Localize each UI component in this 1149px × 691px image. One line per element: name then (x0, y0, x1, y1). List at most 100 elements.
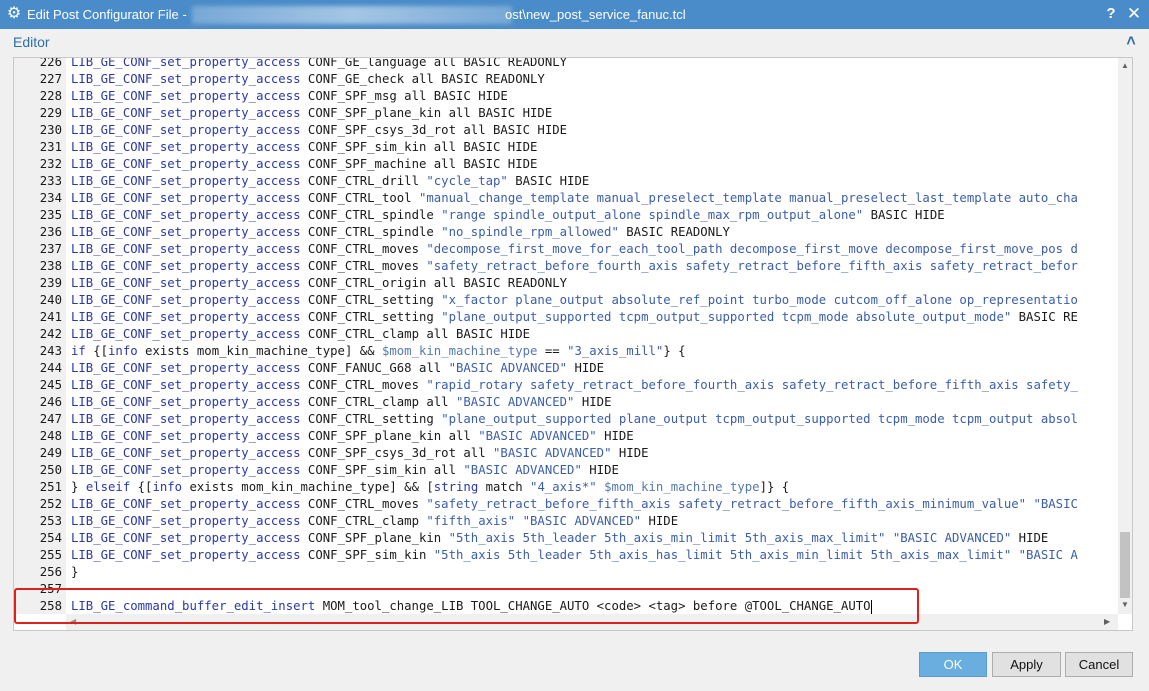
vertical-scroll-thumb[interactable] (1120, 532, 1130, 598)
scroll-right-icon[interactable]: ▶ (1104, 616, 1114, 628)
code-line[interactable]: 248 LIB_GE_CONF_set_property_access CONF_… (14, 428, 1118, 445)
code-token: CONF_CTRL_moves (300, 378, 427, 392)
redacted-path (192, 6, 512, 24)
code-token: exists mom_kin_machine_type] && (137, 344, 382, 358)
code-token: LIB_GE_CONF_set_property_access (71, 446, 301, 460)
scroll-down-icon[interactable]: ▼ (1118, 599, 1132, 611)
code-line[interactable]: 235 LIB_GE_CONF_set_property_access CONF_… (14, 207, 1118, 224)
code-line[interactable]: 237 LIB_GE_CONF_set_property_access CONF_… (14, 241, 1118, 258)
code-token: "safety_retract_before_fourth_axis safet… (426, 259, 1078, 273)
code-token: LIB_GE_CONF_set_property_access (71, 429, 301, 443)
code-line[interactable]: 232 LIB_GE_CONF_set_property_access CONF_… (14, 156, 1118, 173)
code-text: LIB_GE_CONF_set_property_access CONF_CTR… (71, 292, 1078, 309)
line-number: 227 (39, 72, 62, 86)
code-token: "BASIC ADVANCED" (493, 446, 612, 460)
code-line[interactable]: 252 LIB_GE_CONF_set_property_access CONF_… (14, 496, 1118, 513)
code-token: "plane_output_supported plane_output tcp… (441, 412, 1078, 426)
code-line[interactable]: 255 LIB_GE_CONF_set_property_access CONF_… (14, 547, 1118, 564)
code-line[interactable]: 247 LIB_GE_CONF_set_property_access CONF_… (14, 411, 1118, 428)
code-token: CONF_SPF_csys_3d_rot all BASIC HIDE (300, 123, 568, 137)
code-token: LIB_GE_CONF_set_property_access (71, 378, 301, 392)
code-text: LIB_GE_CONF_set_property_access CONF_SPF… (71, 547, 1078, 564)
line-number: 232 (39, 157, 62, 171)
code-token: CONF_CTRL_spindle (300, 208, 442, 222)
code-text: LIB_GE_CONF_set_property_access CONF_SPF… (71, 156, 537, 173)
code-line[interactable]: 256} (14, 564, 1118, 581)
code-line[interactable]: 233 LIB_GE_CONF_set_property_access CONF_… (14, 173, 1118, 190)
code-text: LIB_GE_CONF_set_property_access CONF_SPF… (71, 445, 649, 462)
code-line[interactable]: 254 LIB_GE_CONF_set_property_access CONF_… (14, 530, 1118, 547)
code-line[interactable]: 226 LIB_GE_CONF_set_property_access CONF_… (14, 58, 1118, 71)
code-line[interactable]: 236 LIB_GE_CONF_set_property_access CONF_… (14, 224, 1118, 241)
code-editor[interactable]: 226 LIB_GE_CONF_set_property_access CONF_… (13, 57, 1133, 631)
code-token: "decompose_first_move_for_each_tool_path… (426, 242, 1078, 256)
editor-section-header[interactable]: Editor ˄ (0, 29, 1149, 57)
code-token: LIB_GE_CONF_set_property_access (71, 497, 301, 511)
code-token: if (71, 344, 86, 358)
scroll-up-icon[interactable]: ▲ (1118, 60, 1132, 72)
help-icon[interactable]: ? (1103, 4, 1119, 24)
vertical-scrollbar[interactable]: ▲ ▼ (1118, 58, 1132, 614)
code-line[interactable]: 245 LIB_GE_CONF_set_property_access CONF_… (14, 377, 1118, 394)
code-line[interactable]: 227 LIB_GE_CONF_set_property_access CONF_… (14, 71, 1118, 88)
code-line[interactable]: 242 LIB_GE_CONF_set_property_access CONF_… (14, 326, 1118, 343)
code-line[interactable]: 246 LIB_GE_CONF_set_property_access CONF_… (14, 394, 1118, 411)
code-token: {[ (85, 344, 109, 358)
line-number: 235 (39, 208, 62, 222)
code-token: LIB_GE_CONF_set_property_access (71, 463, 301, 477)
line-number: 244 (39, 361, 62, 375)
code-token: CONF_CTRL_clamp all (300, 395, 456, 409)
code-token: HIDE (641, 514, 679, 528)
code-token: } { (663, 344, 686, 358)
code-token: "BASIC A (1018, 548, 1078, 562)
code-token: "range spindle_output_alone spindle_max_… (441, 208, 864, 222)
code-token: CONF_CTRL_tool (300, 191, 419, 205)
code-token: "fifth_axis" (426, 514, 516, 528)
line-number: 234 (39, 191, 62, 205)
close-icon[interactable]: ✕ (1125, 4, 1143, 24)
line-number: 231 (39, 140, 62, 154)
line-number: 228 (39, 89, 62, 103)
code-line[interactable]: 228 LIB_GE_CONF_set_property_access CONF_… (14, 88, 1118, 105)
code-line[interactable]: 241 LIB_GE_CONF_set_property_access CONF_… (14, 309, 1118, 326)
code-line[interactable]: 253 LIB_GE_CONF_set_property_access CONF_… (14, 513, 1118, 530)
code-line[interactable]: 239 LIB_GE_CONF_set_property_access CONF_… (14, 275, 1118, 292)
code-token: "3_axis_mill" (567, 344, 664, 358)
code-text: LIB_GE_CONF_set_property_access CONF_CTR… (71, 411, 1078, 428)
code-token: CONF_CTRL_setting (300, 293, 442, 307)
code-token: info (152, 480, 183, 494)
code-token: == (537, 344, 568, 358)
code-line[interactable]: 238 LIB_GE_CONF_set_property_access CONF_… (14, 258, 1118, 275)
window-titlebar: ⚙ Edit Post Configurator File - ost\new_… (0, 0, 1149, 29)
code-line[interactable]: 230 LIB_GE_CONF_set_property_access CONF_… (14, 122, 1118, 139)
window-title-prefix: Edit Post Configurator File - (27, 7, 191, 22)
code-token: CONF_CTRL_clamp all BASIC HIDE (300, 327, 531, 341)
code-line[interactable]: 251} elseif {[info exists mom_kin_machin… (14, 479, 1118, 496)
code-line[interactable]: 244 LIB_GE_CONF_set_property_access CONF_… (14, 360, 1118, 377)
code-line[interactable]: 231 LIB_GE_CONF_set_property_access CONF_… (14, 139, 1118, 156)
code-token: CONF_SPF_csys_3d_rot all (300, 446, 494, 460)
code-token: "manual_change_template manual_preselect… (418, 191, 1078, 205)
code-text: } elseif {[info exists mom_kin_machine_t… (71, 479, 789, 496)
chevron-up-icon[interactable]: ˄ (1122, 31, 1140, 53)
ok-button[interactable]: OK (919, 652, 987, 677)
code-token: CONF_GE_language all BASIC READONLY (300, 58, 568, 69)
code-text: LIB_GE_CONF_set_property_access CONF_SPF… (71, 462, 619, 479)
cancel-button[interactable]: Cancel (1065, 652, 1133, 677)
code-text: LIB_GE_CONF_set_property_access CONF_SPF… (71, 105, 552, 122)
code-token: LIB_GE_CONF_set_property_access (71, 259, 301, 273)
code-line[interactable]: 243 if {[info exists mom_kin_machine_type… (14, 343, 1118, 360)
code-token: CONF_SPF_plane_kin all BASIC HIDE (300, 106, 553, 120)
code-token: LIB_GE_CONF_set_property_access (71, 361, 301, 375)
line-number: 248 (39, 429, 62, 443)
code-line[interactable]: 240 LIB_GE_CONF_set_property_access CONF_… (14, 292, 1118, 309)
code-token: HIDE (581, 463, 619, 477)
code-line[interactable]: 249 LIB_GE_CONF_set_property_access CONF_… (14, 445, 1118, 462)
code-line[interactable]: 234 LIB_GE_CONF_set_property_access CONF_… (14, 190, 1118, 207)
code-area[interactable]: 226 LIB_GE_CONF_set_property_access CONF_… (14, 58, 1118, 614)
code-line[interactable]: 250 LIB_GE_CONF_set_property_access CONF_… (14, 462, 1118, 479)
apply-button[interactable]: Apply (992, 652, 1061, 677)
code-line[interactable]: 229 LIB_GE_CONF_set_property_access CONF_… (14, 105, 1118, 122)
